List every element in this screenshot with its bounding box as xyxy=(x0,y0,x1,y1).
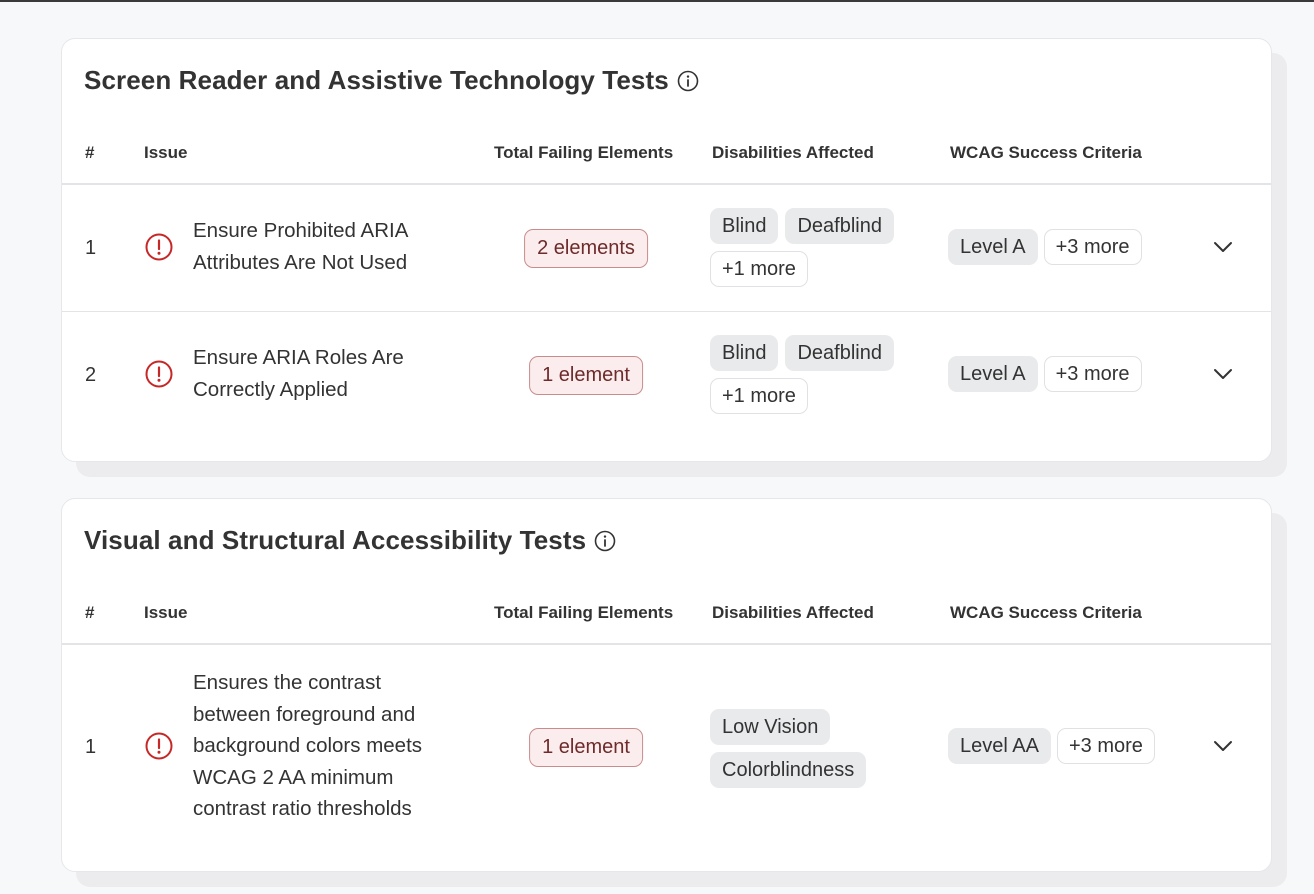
column-header-wcag: WCAG Success Criteria xyxy=(950,143,1142,162)
alert-circle-icon xyxy=(145,360,173,388)
alert-circle-icon xyxy=(145,732,173,760)
more-disabilities-button[interactable]: +1 more xyxy=(710,378,808,414)
column-header-disabilities: Disabilities Affected xyxy=(712,143,874,162)
row-number: 1 xyxy=(85,237,97,259)
info-icon[interactable] xyxy=(594,530,616,552)
chevron-down-icon[interactable] xyxy=(1211,734,1235,758)
disability-tag: Blind xyxy=(710,208,779,244)
wcag-tags: Level AA +3 more xyxy=(948,728,1155,764)
wcag-tags: Level A +3 more xyxy=(948,356,1142,392)
more-wcag-button[interactable]: +3 more xyxy=(1056,728,1155,764)
table-header: # Issue Total Failing Elements Disabilit… xyxy=(62,141,1271,185)
disabilities-tags: Blind Deafblind +1 more xyxy=(710,335,940,414)
info-icon[interactable] xyxy=(677,70,699,92)
disability-tag: Low Vision xyxy=(710,709,831,745)
wcag-level-tag: Level A xyxy=(948,229,1038,265)
section-screen-reader: Screen Reader and Assistive Technology T… xyxy=(61,38,1287,477)
table-row[interactable]: 2 Ensure ARIA Roles Are Correctly Applie… xyxy=(62,312,1271,438)
disabilities-tags: Blind Deafblind +1 more xyxy=(710,208,940,287)
column-header-failing: Total Failing Elements xyxy=(494,143,674,162)
issue-title[interactable]: Ensure Prohibited ARIA Attributes Are No… xyxy=(193,215,463,278)
column-header-issue: Issue xyxy=(144,143,188,162)
more-wcag-button[interactable]: +3 more xyxy=(1043,229,1142,265)
chevron-down-icon[interactable] xyxy=(1211,362,1235,386)
disability-tag: Deafblind xyxy=(785,335,894,371)
column-header-number: # xyxy=(85,603,95,622)
failing-count-badge[interactable]: 1 element xyxy=(529,356,643,395)
column-header-issue: Issue xyxy=(144,603,188,622)
table-header: # Issue Total Failing Elements Disabilit… xyxy=(62,601,1271,645)
chevron-down-icon[interactable] xyxy=(1211,235,1235,259)
failing-count-badge[interactable]: 2 elements xyxy=(524,229,648,268)
section-visual-structural: Visual and Structural Accessibility Test… xyxy=(61,498,1287,887)
disability-tag: Colorblindness xyxy=(710,752,867,788)
disability-tag: Blind xyxy=(710,335,779,371)
failing-count-badge[interactable]: 1 element xyxy=(529,728,643,767)
column-header-failing: Total Failing Elements xyxy=(494,603,674,622)
section-title: Visual and Structural Accessibility Test… xyxy=(84,525,616,556)
issue-title[interactable]: Ensure ARIA Roles Are Correctly Applied xyxy=(193,342,463,405)
table-row[interactable]: 1 Ensure Prohibited ARIA Attributes Are … xyxy=(62,185,1271,312)
section-title: Screen Reader and Assistive Technology T… xyxy=(84,65,699,96)
column-header-wcag: WCAG Success Criteria xyxy=(950,603,1142,622)
column-header-number: # xyxy=(85,143,95,162)
wcag-level-tag: Level A xyxy=(948,356,1038,392)
column-header-disabilities: Disabilities Affected xyxy=(712,603,874,622)
row-number: 2 xyxy=(85,364,97,386)
table-row[interactable]: 1 Ensures the contrast between foregroun… xyxy=(62,645,1271,869)
top-border xyxy=(0,0,1314,2)
issue-title[interactable]: Ensures the contrast between foreground … xyxy=(193,667,463,825)
wcag-level-tag: Level AA xyxy=(948,728,1051,764)
wcag-tags: Level A +3 more xyxy=(948,229,1142,265)
more-disabilities-button[interactable]: +1 more xyxy=(710,251,808,287)
more-wcag-button[interactable]: +3 more xyxy=(1043,356,1142,392)
alert-circle-icon xyxy=(145,233,173,261)
disabilities-tags: Low Vision Colorblindness xyxy=(710,709,890,788)
disability-tag: Deafblind xyxy=(785,208,894,244)
row-number: 1 xyxy=(85,736,97,758)
